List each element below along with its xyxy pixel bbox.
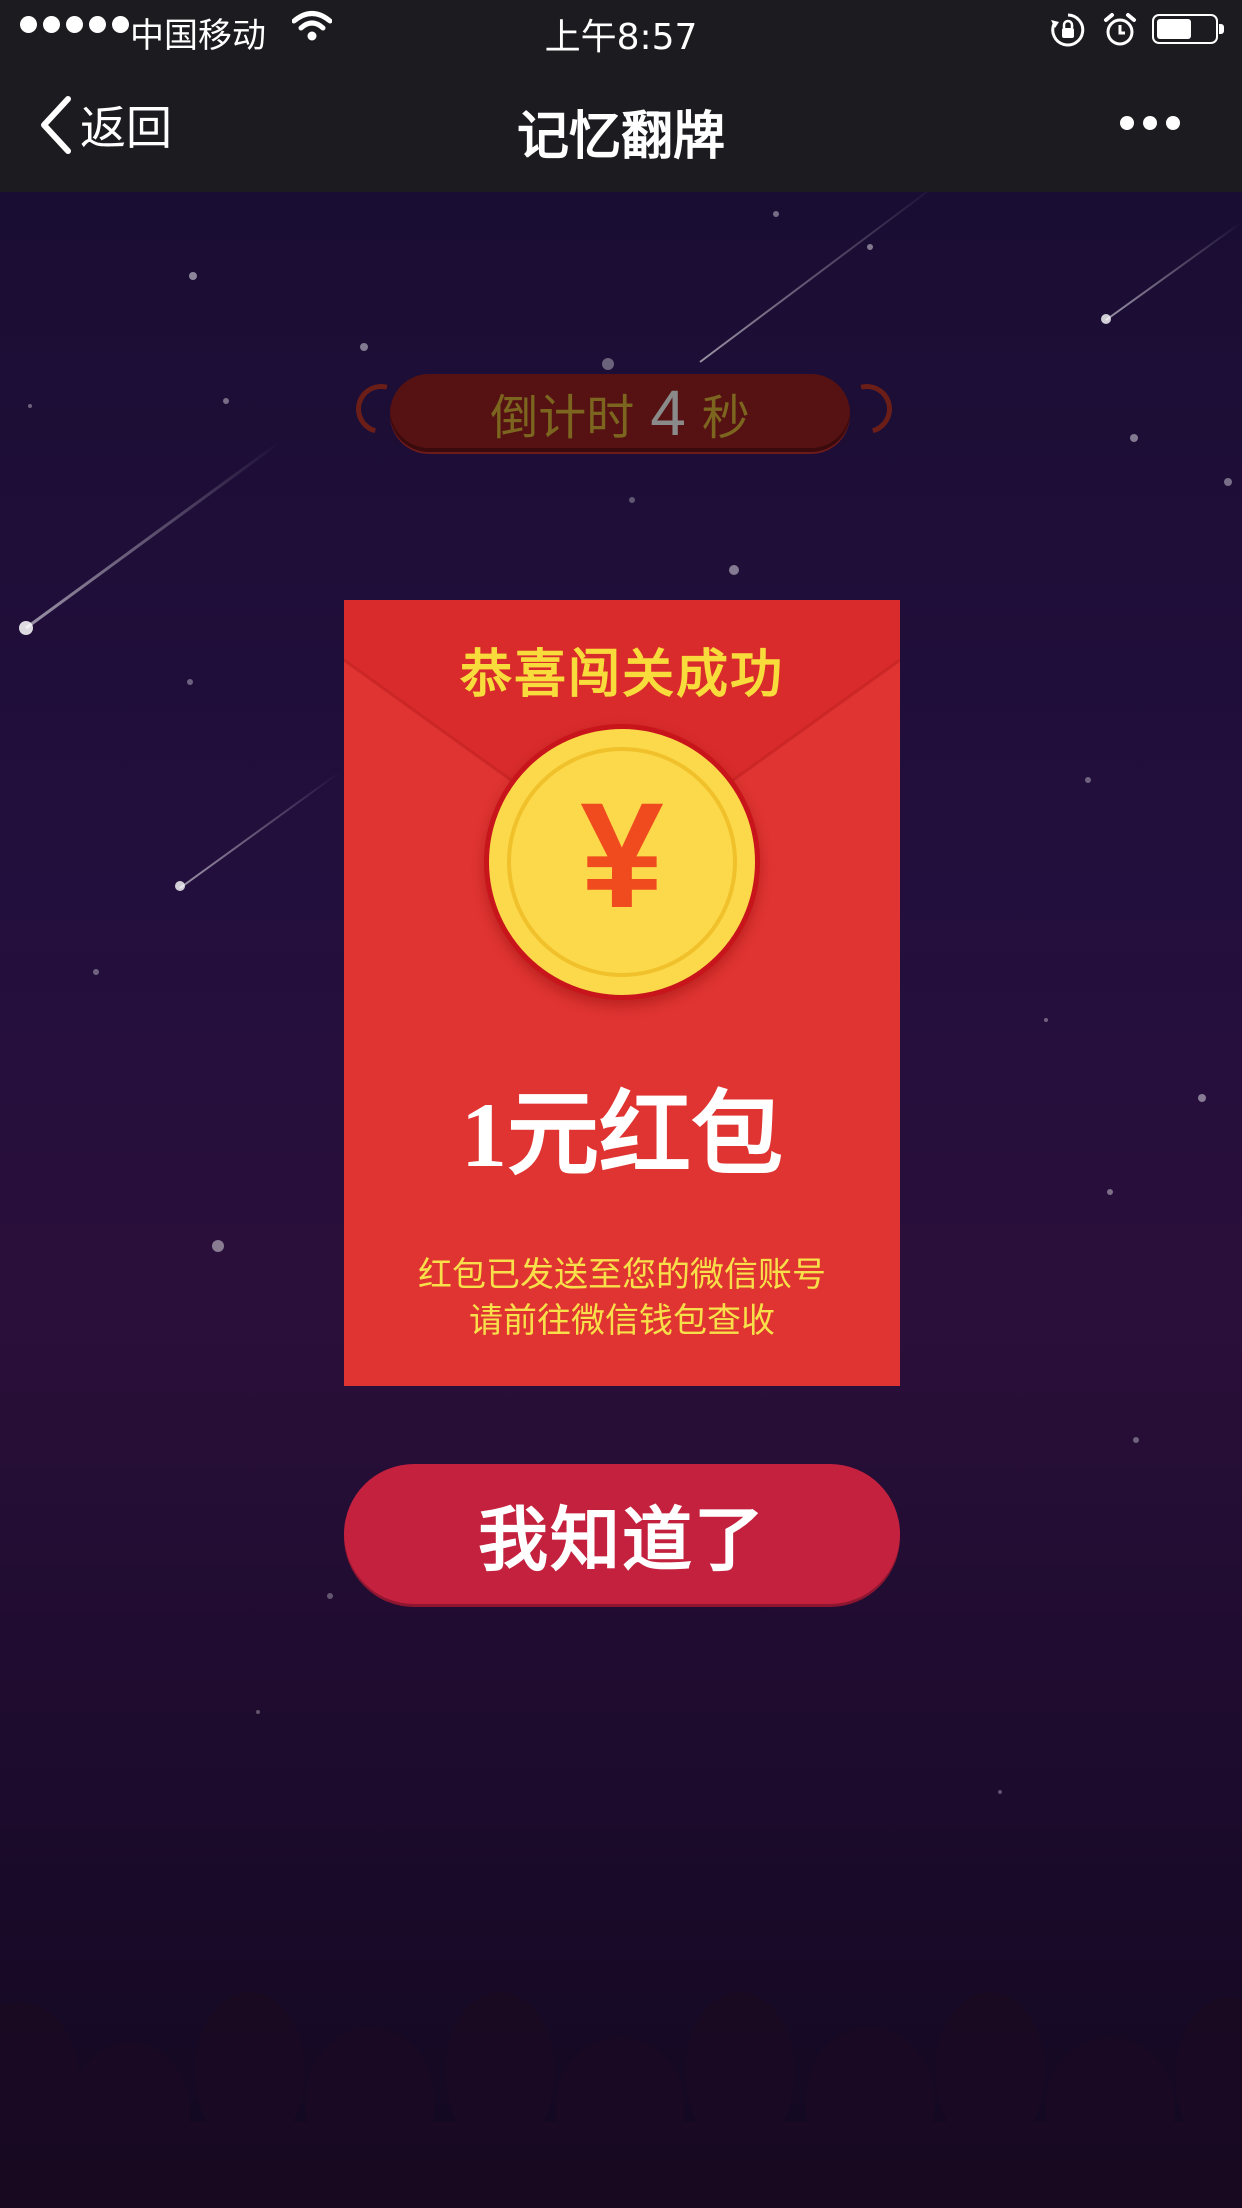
reward-amount: 1元红包 (460, 1084, 783, 1186)
countdown-seconds: 4 (650, 377, 686, 449)
confirm-button[interactable]: 我知道了 (344, 1464, 900, 1604)
reward-notice: 红包已发送至您的微信账号 请前往微信钱包查收 (344, 1252, 900, 1344)
game-result-stage: 倒计时 4 秒 恭喜闯关成功 ¥ 1元红包 红包已发送至您的微信账号 请前往微信… (0, 192, 1242, 2208)
countdown-prefix: 倒计时 (490, 390, 635, 446)
more-options-button[interactable] (1120, 116, 1180, 130)
status-bar: 中国移动 上午8:57 (0, 0, 1242, 60)
countdown-timer: 倒计时 4 秒 (390, 374, 850, 452)
countdown-suffix: 秒 (701, 390, 750, 446)
notice-line-1: 红包已发送至您的微信账号 (418, 1255, 826, 1295)
red-envelope-card: 恭喜闯关成功 ¥ 1元红包 红包已发送至您的微信账号 请前往微信钱包查收 (344, 600, 900, 1386)
notice-line-2: 请前往微信钱包查收 (469, 1301, 775, 1341)
success-title: 恭喜闯关成功 (459, 645, 784, 705)
coin-icon: ¥ (484, 724, 760, 1000)
battery-icon (1152, 14, 1224, 44)
rotation-lock-icon (1050, 12, 1086, 52)
alarm-icon (1103, 12, 1137, 52)
nav-bar: 返回 记忆翻牌 (0, 60, 1242, 192)
audience-silhouettes (0, 1992, 1242, 2208)
more-dots-icon (1120, 116, 1134, 130)
yen-icon: ¥ (580, 771, 664, 939)
page-title: 记忆翻牌 (516, 107, 725, 167)
